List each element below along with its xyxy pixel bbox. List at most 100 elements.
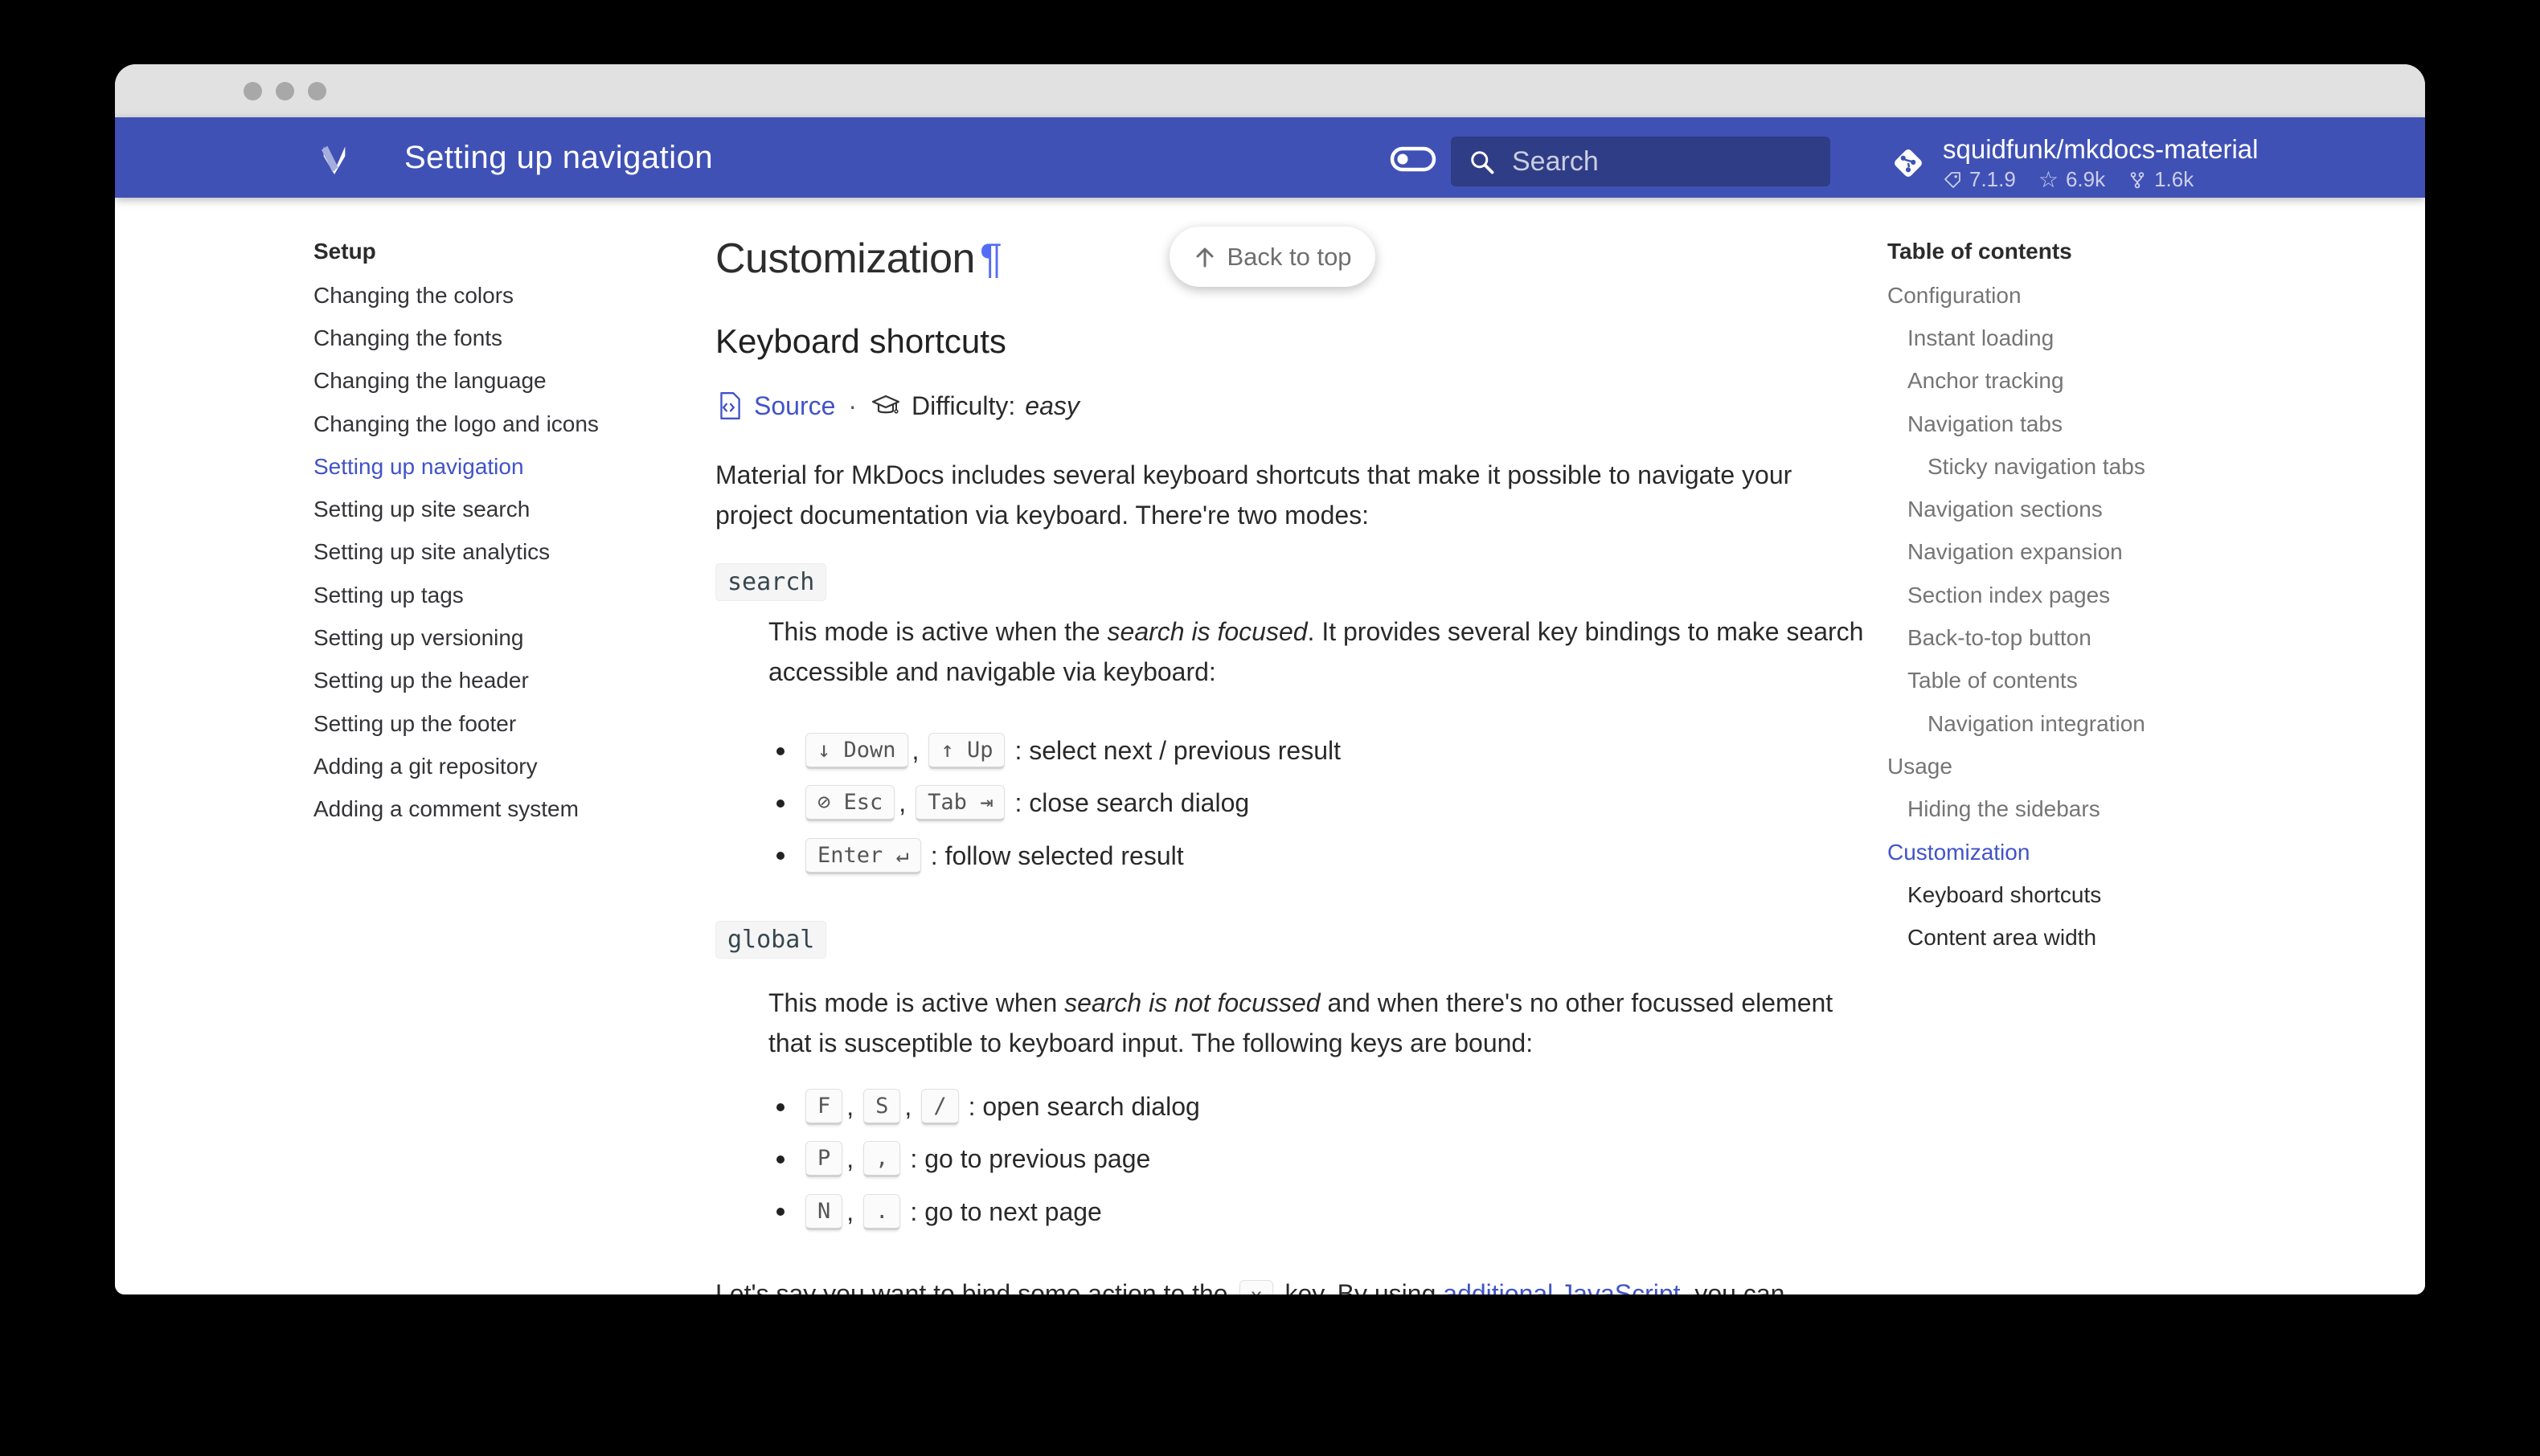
toc-item[interactable]: Section index pages <box>1887 574 2337 616</box>
app-header: Setting up navigation Search squidfunk/m… <box>115 117 2425 198</box>
search-placeholder: Search <box>1512 145 1599 177</box>
git-icon <box>1895 149 1922 177</box>
keyboard-key: Enter ↵ <box>805 837 921 874</box>
keyboard-key: ↑ Up <box>928 733 1006 770</box>
keyboard-key: ↓ Down <box>805 733 908 770</box>
graduation-cap-icon <box>871 395 900 414</box>
toc-item[interactable]: Anchor tracking <box>1887 360 2337 403</box>
keyboard-key: P <box>805 1141 843 1178</box>
key-separator: , <box>904 1092 912 1122</box>
difficulty-label: Difficulty: <box>912 391 1016 420</box>
repo-version: 7.1.9 <box>1969 167 2016 191</box>
global-mode-description: This mode is active when search is not f… <box>768 988 1833 1057</box>
browser-window: Setting up navigation Search squidfunk/m… <box>115 64 2425 1294</box>
key-binding-description: : close search dialog <box>1014 788 1250 818</box>
sidebar-item[interactable]: Setting up site analytics <box>313 531 699 574</box>
table-of-contents: Table of contents Configuration Instant l… <box>1887 240 2337 959</box>
window-titlebar <box>115 64 2425 117</box>
toc-item[interactable]: Navigation tabs <box>1887 403 2337 445</box>
mkdocs-material-logo <box>322 145 346 174</box>
search-input[interactable]: Search <box>1451 137 1830 186</box>
fork-icon <box>2130 171 2145 188</box>
key-binding-item: P,, : go to previous page <box>768 1133 1200 1185</box>
global-mode-key-list: F, S, /: open search dialog P,,: go to prev… <box>768 1081 1200 1238</box>
key-separator: , <box>846 1144 854 1174</box>
source-link[interactable]: Source <box>754 391 835 421</box>
clipped-paragraph: Let's say you want to bind some action t… <box>715 1274 1921 1294</box>
theme-toggle-icon[interactable] <box>1390 146 1436 172</box>
toc-item[interactable]: Navigation integration <box>1887 702 2337 745</box>
key-binding-description: : go to next page <box>910 1196 1102 1226</box>
toc-item[interactable]: Content area width <box>1887 916 2337 959</box>
sidebar-item[interactable]: Changing the logo and icons <box>313 403 699 445</box>
key-binding-item: ↓ Down, ↑ Up: select next / previous resu… <box>768 725 1341 777</box>
intro-paragraph: Material for MkDocs includes several key… <box>715 460 1792 530</box>
keyboard-key: , <box>863 1141 901 1178</box>
heading-permalink[interactable]: ¶ <box>980 235 1002 282</box>
keyboard-key: S <box>863 1089 901 1126</box>
star-icon: ☆ <box>2038 166 2059 192</box>
toc-item[interactable]: Sticky navigation tabs <box>1887 445 2337 488</box>
key-binding-item: N,. : go to next page <box>768 1186 1200 1238</box>
toc-item[interactable]: Keyboard shortcuts <box>1887 873 2337 916</box>
key-binding-item: Enter ↵ : follow selected result <box>768 830 1341 882</box>
key-separator: , <box>899 788 907 818</box>
window-control-dot[interactable] <box>276 81 294 100</box>
key-binding-description: : go to previous page <box>910 1144 1151 1174</box>
arrow-up-icon <box>1196 247 1214 267</box>
toc-item[interactable]: Instant loading <box>1887 317 2337 359</box>
sidebar-item[interactable]: Setting up navigation <box>313 445 699 488</box>
keyboard-key: N <box>805 1193 843 1230</box>
repo-stars: 6.9k <box>2065 167 2106 191</box>
back-to-top-button[interactable]: Back to top <box>1170 227 1375 287</box>
search-mode-description: This mode is active when the search is f… <box>768 617 1864 686</box>
difficulty-value: easy <box>1025 391 1080 420</box>
toc-item[interactable]: Back-to-top button <box>1887 616 2337 659</box>
mode-global-code: global <box>715 921 827 959</box>
page-heading: Customization ¶ <box>715 235 1002 282</box>
toc-item[interactable]: Usage <box>1887 745 2337 787</box>
mode-search-code: search <box>715 563 827 601</box>
toc-item[interactable]: Customization <box>1887 831 2337 873</box>
key-separator: , <box>846 1092 854 1122</box>
tag-icon <box>1944 171 1960 188</box>
sidebar-item[interactable]: Setting up the header <box>313 660 699 702</box>
sidebar-item[interactable]: Changing the colors <box>313 274 699 317</box>
sidebar-item[interactable]: Setting up site search <box>313 488 699 530</box>
sidebar-item[interactable]: Adding a comment system <box>313 788 699 831</box>
key-separator: , <box>912 736 920 766</box>
toc-item[interactable]: Hiding the sidebars <box>1887 788 2337 831</box>
keyboard-key: / <box>921 1089 959 1126</box>
sidebar-item[interactable]: Setting up tags <box>313 574 699 616</box>
toc-item[interactable]: Navigation expansion <box>1887 531 2337 574</box>
sidebar-item[interactable]: Changing the fonts <box>313 317 699 359</box>
toc-item[interactable]: Navigation sections <box>1887 488 2337 530</box>
repo-stats: 7.1.9 ☆ 6.9k 1.6k <box>1943 167 2259 192</box>
repo-forks: 1.6k <box>2154 167 2194 191</box>
keyboard-key: . <box>863 1193 901 1230</box>
key-binding-item: ⊘ Esc, Tab ⇥: close search dialog <box>768 777 1341 829</box>
sidebar-item[interactable]: Setting up the footer <box>313 702 699 745</box>
key-separator: , <box>846 1196 854 1226</box>
search-icon <box>1471 151 1494 174</box>
page-title-header: Setting up navigation <box>404 139 714 175</box>
separator-dot: · <box>848 391 858 420</box>
toc-item[interactable]: Table of contents <box>1887 660 2337 702</box>
search-mode-key-list: ↓ Down, ↑ Up: select next / previous resu… <box>768 725 1341 882</box>
repo-name: squidfunk/mkdocs-material <box>1943 134 2259 164</box>
additional-javascript-link[interactable]: additional JavaScript <box>1443 1279 1680 1294</box>
sidebar-item[interactable]: Changing the language <box>313 360 699 403</box>
toc-title: Table of contents <box>1887 239 2072 264</box>
key-binding-description: : follow selected result <box>930 840 1184 870</box>
back-to-top-label: Back to top <box>1227 242 1352 271</box>
repo-link[interactable]: squidfunk/mkdocs-material 7.1.9 ☆ 6.9k 1… <box>1887 133 2259 192</box>
window-control-dot[interactable] <box>308 81 326 100</box>
sidebar-item[interactable]: Setting up versioning <box>313 616 699 659</box>
source-file-icon <box>720 392 740 419</box>
page-content: Setup Changing the colors Changing the fo… <box>115 198 2425 1294</box>
key-binding-description: : open search dialog <box>968 1092 1200 1122</box>
sidebar-item[interactable]: Adding a git repository <box>313 745 699 787</box>
window-control-dot[interactable] <box>244 81 262 100</box>
keyboard-key: ⊘ Esc <box>805 785 895 822</box>
toc-item[interactable]: Configuration <box>1887 274 2337 317</box>
